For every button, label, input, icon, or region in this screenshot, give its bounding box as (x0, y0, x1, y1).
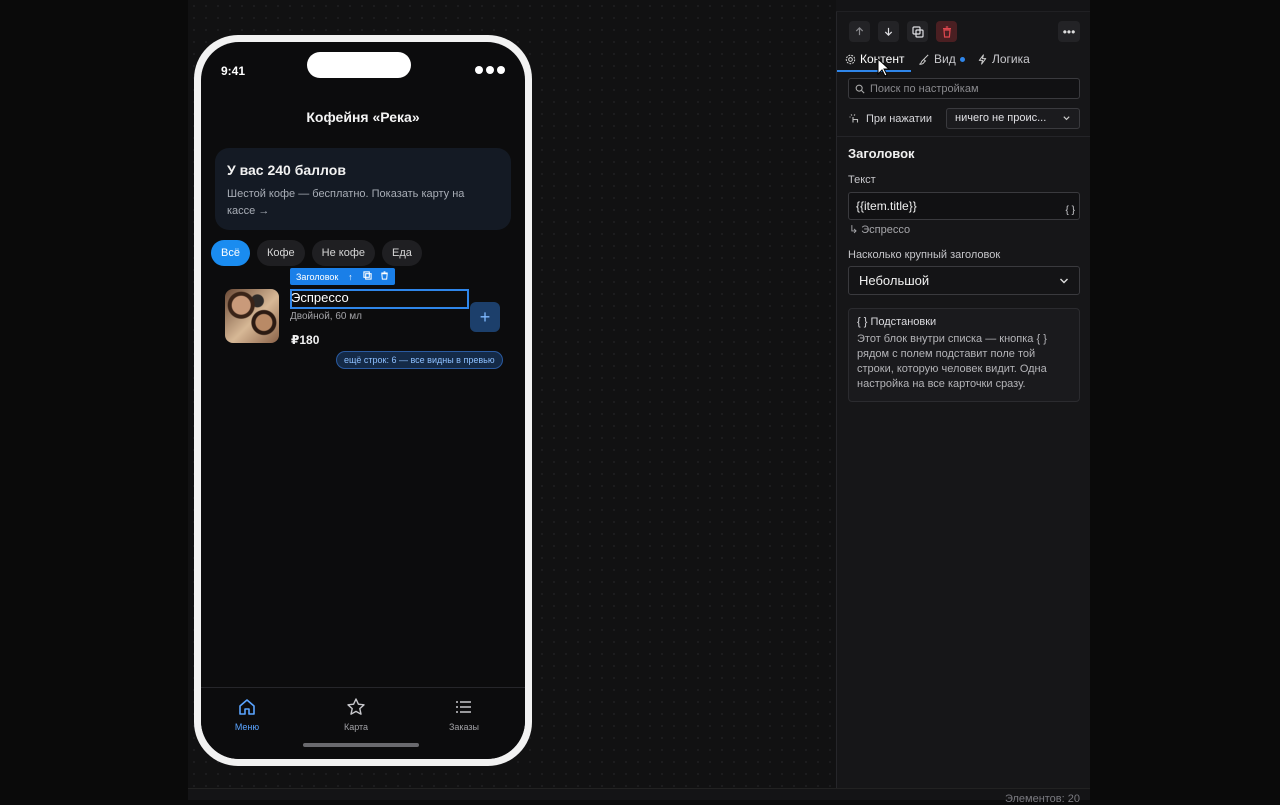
points-subtitle: Шестой кофе — бесплатно. Показать карту … (227, 188, 465, 217)
chip-food[interactable]: Еда (382, 240, 422, 266)
move-down-button[interactable] (878, 21, 899, 42)
chevron-down-icon (1062, 109, 1071, 135)
search-input[interactable] (870, 82, 1070, 95)
size-field-label: Насколько крупный заголовок (848, 249, 1001, 261)
move-up-button[interactable] (849, 21, 870, 42)
panel-toolbar (849, 21, 957, 42)
dynamic-island (307, 52, 411, 78)
duplicate-button[interactable] (907, 21, 928, 42)
tab-map[interactable]: Карта (316, 696, 396, 732)
arrow-up-icon (855, 26, 864, 36)
chip-all[interactable]: Всё (211, 240, 250, 266)
plus-icon: + (479, 307, 491, 327)
star-icon (316, 696, 396, 718)
unsaved-dot (959, 56, 965, 62)
selection-label: Заголовок (296, 271, 339, 282)
delete-button[interactable] (936, 21, 957, 42)
insert-binding-button[interactable]: { } (1066, 198, 1075, 224)
tab-menu-label: Меню (234, 722, 260, 732)
hint-body: Этот блок внутри списка — кнопка { } ряд… (857, 333, 1047, 390)
status-bar: Элементов: 20 (188, 788, 1090, 805)
divider (837, 136, 1090, 137)
more-options-button[interactable]: ••• (1058, 21, 1080, 42)
category-chips: Всё Кофе Не кофе Еда (211, 240, 422, 266)
title-text-field[interactable]: {{item.title}} { } (848, 192, 1080, 220)
status-dots-icon (475, 66, 505, 74)
item-image (225, 289, 279, 343)
bolt-icon (978, 53, 987, 65)
settings-search[interactable] (848, 78, 1080, 99)
trash-icon (942, 25, 951, 38)
phone-screen[interactable]: 9:41 Кофейня «Река» У вас 240 баллов Шес… (201, 42, 525, 759)
active-tab-indicator (837, 70, 911, 72)
arrow-down-icon (884, 27, 893, 37)
tap-icon (849, 114, 859, 123)
list-icon (424, 696, 504, 718)
item-price: ₽180 (291, 333, 320, 347)
gear-icon (845, 54, 856, 64)
left-margin (0, 0, 188, 800)
status-time: 9:41 (221, 64, 246, 78)
selection-toolbar: Заголовок ↑ (290, 268, 396, 285)
item-title[interactable]: Эспрессо (291, 290, 349, 305)
binding-preview: ↳ Эспрессо (849, 224, 911, 236)
chevron-down-icon (1059, 267, 1069, 303)
points-title: У вас 240 баллов (227, 162, 346, 178)
right-margin (1090, 0, 1280, 800)
tab-menu[interactable]: Меню (207, 696, 287, 732)
on-press-select[interactable]: ничего не проис... (946, 108, 1080, 129)
on-press-row: При нажатии ничего не проис... (848, 108, 1080, 130)
duplicate-icon (911, 25, 924, 38)
on-press-value: ничего не проис... (955, 112, 1047, 124)
section-title: Заголовок (848, 146, 915, 161)
add-button[interactable]: + (470, 302, 500, 332)
tab-logic[interactable]: Логика (977, 48, 1030, 70)
chip-not-coffee[interactable]: Не кофе (311, 240, 376, 266)
search-icon (855, 84, 865, 94)
chip-coffee[interactable]: Кофе (256, 240, 305, 266)
tab-map-label: Карта (343, 722, 369, 732)
substitutions-hint: { } Подстановки Этот блок внутри списка … (848, 308, 1080, 402)
tab-content[interactable]: Контент (845, 48, 904, 70)
elements-count: Элементов: 20 (1004, 793, 1080, 805)
text-field-label: Текст (848, 174, 876, 186)
points-card[interactable]: У вас 240 баллов Шестой кофе — бесплатно… (215, 148, 511, 230)
title-text-value: {{item.title}} (856, 199, 917, 213)
arrow-up-icon[interactable]: ↑ (345, 272, 355, 282)
mouse-cursor-icon (877, 58, 891, 77)
list-item[interactable]: Эспрессо Двойной, 60 мл ₽180 + (225, 287, 505, 347)
tab-view[interactable]: Вид (919, 48, 965, 70)
app-title[interactable]: Кофейня «Река» (201, 109, 525, 125)
hint-title: { } Подстановки (857, 316, 937, 328)
tab-orders-label: Заказы (448, 722, 480, 732)
trash-icon[interactable] (379, 271, 389, 282)
home-indicator (303, 743, 419, 747)
panel-tabs: Контент Вид Логика (837, 48, 1090, 72)
tab-view-label: Вид (934, 52, 956, 66)
heading-size-value: Небольшой (859, 273, 930, 288)
duplicate-icon[interactable] (362, 271, 372, 282)
tab-bar: Меню Карта Заказы (201, 687, 525, 759)
phone-frame: 9:41 Кофейня «Река» У вас 240 баллов Шес… (194, 35, 532, 766)
more-rows-badge: ещё строк: 6 — все видны в превью (336, 351, 503, 369)
brush-icon (919, 54, 929, 65)
properties-panel: ••• Контент Вид Логика При нажатии ничег… (836, 12, 1090, 788)
tab-logic-label: Логика (992, 52, 1030, 66)
ellipsis-icon: ••• (1062, 24, 1076, 39)
home-icon (207, 696, 287, 718)
tab-orders[interactable]: Заказы (424, 696, 504, 732)
heading-size-select[interactable]: Небольшой (848, 266, 1080, 295)
item-subtitle: Двойной, 60 мл (290, 311, 362, 322)
on-press-label: При нажатии (866, 113, 932, 125)
